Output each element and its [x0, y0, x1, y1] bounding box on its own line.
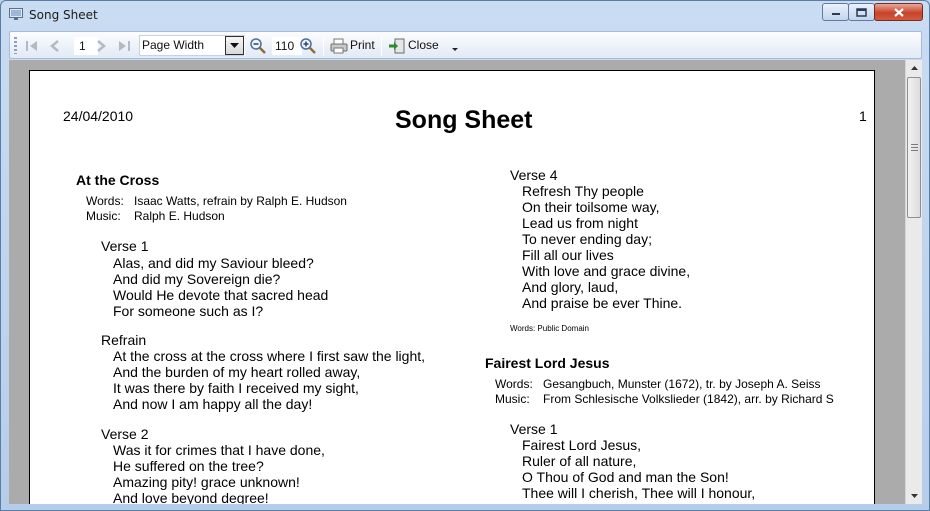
toolbar-separator [381, 36, 382, 56]
song-title: At the Cross [76, 172, 160, 188]
printer-icon [330, 38, 348, 54]
song-words-credit: Words: Isaac Watts, refrain by Ralph E. H… [86, 194, 347, 208]
lyric-line: Fairest Lord Jesus, [522, 437, 642, 453]
toolbar-separator [323, 36, 324, 56]
copyright-footnote: Words: Public Domain [510, 324, 589, 333]
lyric-line: Refresh Thy people [522, 183, 644, 199]
scroll-down-button[interactable] [906, 488, 922, 504]
lyric-line: It was there by faith I received my sigh… [113, 380, 359, 396]
report-date: 24/04/2010 [63, 108, 134, 124]
lyric-line: Alas, and did my Saviour bleed? [113, 255, 314, 271]
close-report-button[interactable]: Close [386, 34, 452, 56]
maximize-icon [856, 7, 867, 17]
zoom-out-icon[interactable] [249, 37, 267, 55]
lyric-line: For someone such as I? [113, 303, 264, 319]
chevron-down-icon [911, 494, 918, 498]
lyric-line: On their toilsome way, [522, 199, 660, 215]
song-title: Fairest Lord Jesus [485, 355, 610, 371]
print-button[interactable]: Print [328, 34, 378, 56]
report-page-number: 1 [859, 108, 867, 124]
scroll-up-button[interactable] [906, 60, 922, 76]
close-window-button[interactable] [874, 3, 923, 21]
app-icon [9, 8, 23, 20]
next-page-icon[interactable] [92, 37, 110, 55]
lyric-line: And glory, laud, [522, 279, 619, 295]
zoom-mode-dropdown-button[interactable] [225, 36, 244, 55]
close-dropdown-icon[interactable] [452, 48, 458, 51]
thumb-grip-icon [911, 144, 918, 151]
toolbar-separator [244, 36, 245, 56]
lyric-line: Thee will I cherish, Thee will I honour, [522, 485, 756, 501]
report-viewer[interactable]: 24/04/2010 Song Sheet 1 At the Cross Wor… [9, 60, 922, 504]
lyric-line: And did my Sovereign die? [113, 271, 281, 287]
lyric-line: To never ending day; [522, 231, 652, 247]
lyric-line: And the burden of my heart rolled away, [113, 364, 361, 380]
lyric-line: Ruler of all nature, [522, 453, 637, 469]
minimize-icon [831, 13, 840, 15]
toolbar: 1 Page Width 110 Print Close [9, 31, 922, 59]
vertical-scrollbar[interactable] [905, 60, 922, 504]
verse-heading: Verse 1 [101, 238, 149, 254]
report-title: Song Sheet [395, 106, 533, 134]
lyric-line: O Thou of God and man the Son! [522, 469, 729, 485]
verse-heading: Verse 2 [101, 426, 149, 442]
lyric-line: Fill all our lives [522, 247, 614, 263]
verse-heading: Verse 4 [510, 167, 558, 183]
report-page: 24/04/2010 Song Sheet 1 At the Cross Wor… [29, 70, 875, 504]
lyric-line: Amazing pity! grace unknown! [113, 474, 300, 490]
verse-heading: Refrain [101, 332, 147, 348]
exit-icon [389, 38, 405, 54]
last-page-icon[interactable] [115, 37, 133, 55]
scrollbar-thumb[interactable] [907, 77, 921, 218]
minimize-button[interactable] [822, 3, 849, 21]
lyric-line: And love beyond degree! [113, 490, 269, 504]
lyric-line: He suffered on the tree? [113, 458, 264, 474]
song-music-credit: Music: Ralph E. Hudson [86, 209, 225, 223]
chevron-down-icon [230, 42, 239, 48]
print-label: Print [350, 38, 375, 52]
lyric-line: Would He devote that sacred head [113, 287, 329, 303]
zoom-percent-field[interactable]: 110 [272, 37, 302, 55]
lyric-line: Lead us from night [522, 215, 638, 231]
title-bar[interactable]: Song Sheet [1, 1, 929, 30]
lyric-line: At the cross at the cross where I first … [113, 348, 426, 364]
close-icon [893, 7, 904, 17]
toolbar-grip[interactable] [14, 37, 17, 54]
app-window: Song Sheet 1 Page Width 110 Print Close … [0, 0, 930, 511]
previous-page-icon[interactable] [46, 37, 64, 55]
zoom-mode-select[interactable]: Page Width [139, 35, 245, 56]
lyric-line: With love and grace divine, [522, 263, 691, 279]
window-title: Song Sheet [29, 8, 98, 22]
song-words-credit: Words: Gesangbuch, Munster (1672), tr. by… [495, 377, 821, 391]
lyric-line: And now I am happy all the day! [113, 396, 313, 412]
zoom-in-icon[interactable] [299, 37, 317, 55]
song-music-credit: Music: From Schlesische Volkslieder (1842… [495, 392, 834, 406]
maximize-button[interactable] [848, 3, 875, 21]
lyric-line: Was it for crimes that I have done, [113, 442, 325, 458]
zoom-mode-value: Page Width [142, 38, 205, 52]
lyric-line: And praise be ever Thine. [522, 295, 683, 311]
chevron-up-icon [911, 66, 918, 70]
first-page-icon[interactable] [23, 37, 41, 55]
close-label: Close [408, 38, 439, 52]
verse-heading: Verse 1 [510, 421, 558, 437]
